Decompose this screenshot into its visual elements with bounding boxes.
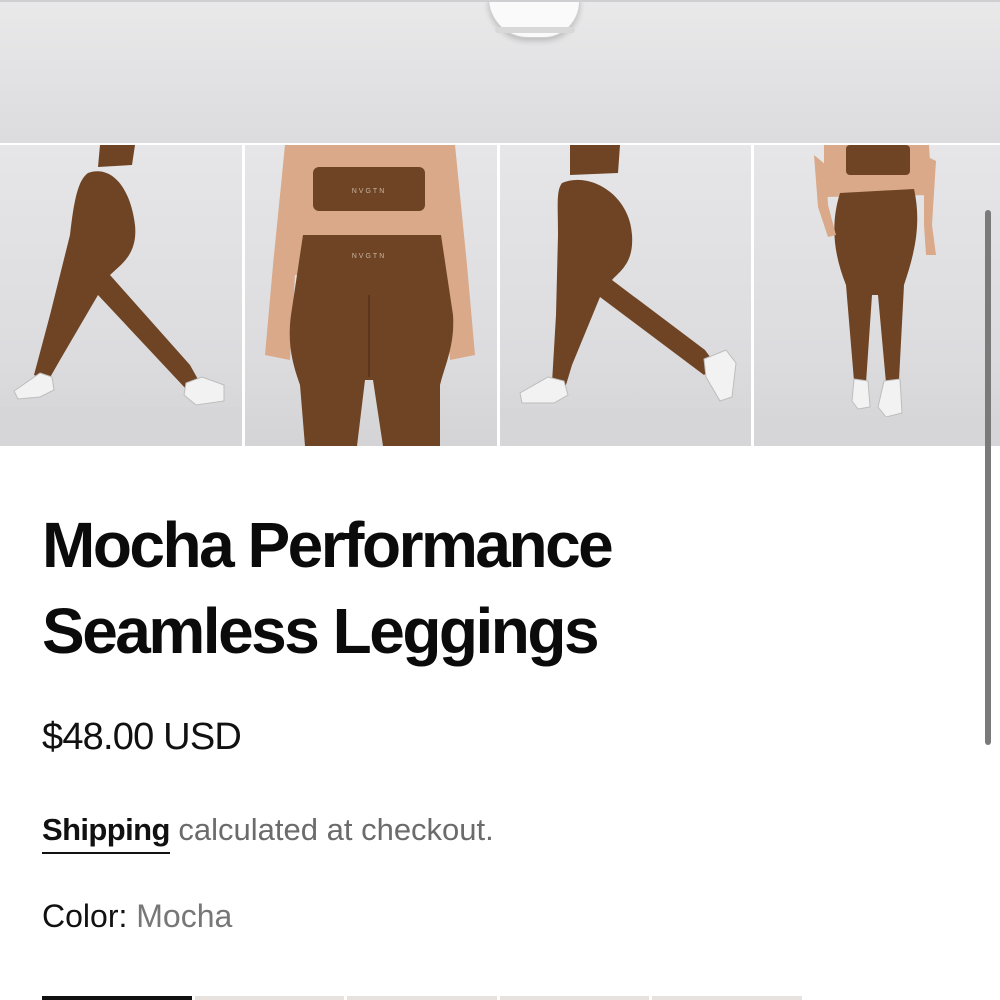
swatch-mocha[interactable]	[42, 996, 192, 1000]
swatch-2[interactable]	[194, 996, 345, 1000]
swatch-3[interactable]	[347, 996, 497, 1000]
hero-product-image[interactable]	[0, 0, 1000, 143]
product-title-line-1: Mocha Performance	[42, 509, 614, 581]
model-side-illustration	[0, 145, 243, 446]
svg-text:NVGTN: NVGTN	[352, 188, 387, 195]
product-title: Mocha Performance Seamless Leggings	[42, 502, 742, 674]
shipping-note: Shipping calculated at checkout.	[42, 812, 494, 854]
product-price: $48.00 USD	[42, 716, 242, 758]
thumbnail-side-view[interactable]	[0, 145, 243, 446]
shipping-link[interactable]: Shipping	[42, 812, 170, 854]
model-back-illustration: NVGTN NVGTN	[265, 145, 476, 446]
model-side-illustration-2	[499, 145, 751, 446]
scrollbar[interactable]	[985, 210, 991, 745]
thumbnail-front-view[interactable]	[753, 145, 1000, 446]
color-swatches	[42, 996, 802, 1000]
thumbnail-gallery: NVGTN NVGTN	[0, 145, 1000, 446]
color-selector-label: Color: Mocha	[42, 898, 232, 935]
color-value: Mocha	[136, 898, 233, 934]
svg-text:NVGTN: NVGTN	[352, 253, 387, 260]
swatch-4[interactable]	[499, 996, 650, 1000]
sneaker-graphic	[488, 2, 580, 38]
shipping-text: calculated at checkout.	[169, 812, 494, 847]
thumbnail-side-view-2[interactable]	[499, 145, 751, 446]
swatch-5[interactable]	[652, 996, 802, 1000]
model-front-illustration	[753, 145, 1000, 446]
color-label: Color:	[42, 898, 137, 934]
thumbnail-back-view[interactable]: NVGTN NVGTN	[245, 145, 497, 446]
product-title-line-2: Seamless Leggings	[42, 595, 600, 667]
